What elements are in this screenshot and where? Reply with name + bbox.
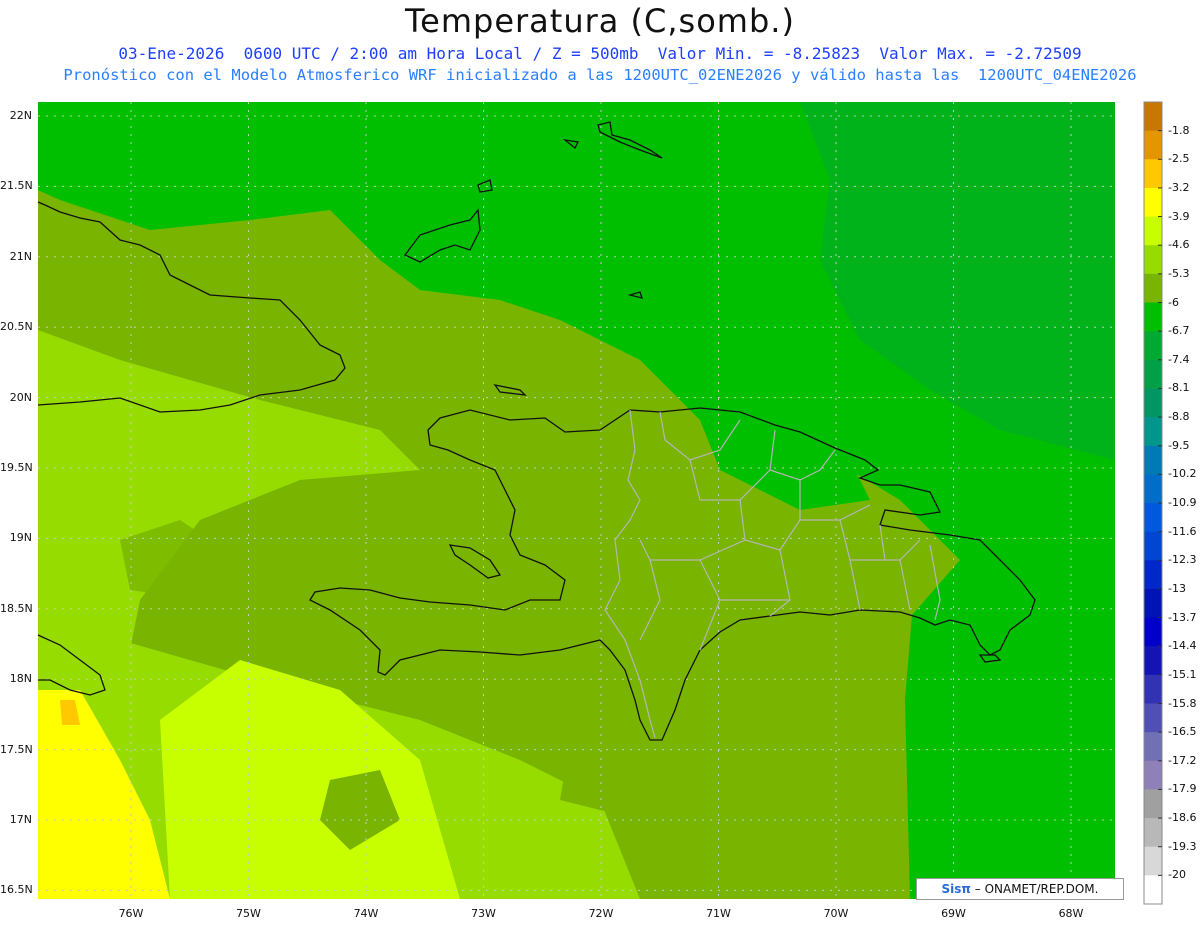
colorbar-swatch [1144, 417, 1162, 447]
colorbar-label: -17.2 [1168, 753, 1197, 767]
lat-label: 19.5N [0, 461, 33, 474]
colorbar-label: -20 [1168, 868, 1186, 882]
colorbar-label: -15.8 [1168, 696, 1197, 710]
lon-label: 70W [823, 907, 849, 920]
colorbar-swatch [1144, 789, 1162, 819]
colorbar-swatch [1144, 732, 1162, 762]
colorbar-swatch [1144, 531, 1162, 561]
lat-label: 17N [9, 813, 32, 826]
colorbar-label: -2.5 [1168, 152, 1190, 166]
colorbar-swatch [1144, 388, 1162, 418]
colorbar-swatch [1144, 560, 1162, 590]
colorbar-label: -17.9 [1168, 782, 1197, 796]
colorbar-label: -6 [1168, 295, 1179, 309]
lat-label: 21.5N [0, 179, 33, 193]
lat-label: 18.5N [0, 601, 33, 615]
colorbar-label: -11.6 [1168, 524, 1197, 538]
lat-label: 20N [9, 390, 32, 404]
colorbar-label: -5.3 [1168, 266, 1190, 280]
lat-label: 17.5N [0, 742, 33, 756]
colorbar-swatch [1144, 302, 1162, 332]
lon-label: 73W [471, 907, 496, 920]
lat-label: 20.5N [0, 320, 33, 334]
colorbar [1143, 101, 1163, 905]
colorbar-label: -9.5 [1168, 438, 1190, 452]
colorbar-label: -18.6 [1168, 811, 1197, 825]
lat-label: 21N [9, 249, 32, 263]
lon-label: 69W [941, 907, 966, 920]
credit-box: Sisπ – ONAMET/REP.DOM. [916, 878, 1124, 900]
colorbar-swatch [1144, 130, 1162, 160]
lon-label: 71W [706, 907, 731, 920]
lon-label: 76W [118, 907, 144, 920]
colorbar-swatch [1144, 159, 1162, 189]
colorbar-label: -6.7 [1168, 324, 1190, 338]
colorbar-label: -12.3 [1168, 553, 1197, 567]
colorbar-label: -3.2 [1168, 180, 1190, 194]
colorbar-swatch [1144, 617, 1162, 647]
colorbar-swatch [1144, 846, 1162, 876]
lon-label: 72W [588, 907, 614, 920]
colorbar-swatch [1144, 102, 1162, 132]
colorbar-label: -7.4 [1168, 352, 1190, 366]
colorbar-swatch [1144, 875, 1162, 905]
colorbar-swatch [1144, 588, 1162, 619]
colorbar-swatch [1144, 216, 1162, 246]
colorbar-label: -1.8 [1168, 123, 1190, 137]
colorbar-swatch [1144, 674, 1162, 704]
colorbar-swatch [1144, 187, 1162, 218]
lon-label: 75W [236, 907, 261, 920]
colorbar-swatch [1144, 245, 1162, 275]
lat-label: 18N [9, 672, 32, 686]
colorbar-swatch [1144, 760, 1162, 790]
colorbar-label: -8.8 [1168, 410, 1190, 424]
lat-label: 19N [9, 531, 32, 545]
colorbar-label: -10.2 [1168, 467, 1197, 481]
lat-label: 16.5N [0, 883, 33, 897]
colorbar-swatch [1144, 474, 1162, 504]
colorbar-label: -3.9 [1168, 209, 1190, 223]
colorbar-swatch [1144, 359, 1162, 389]
colorbar-swatch [1144, 331, 1162, 361]
colorbar-label: -15.1 [1168, 667, 1197, 681]
colorbar-label: -10.9 [1168, 496, 1197, 509]
colorbar-swatch [1144, 273, 1162, 303]
colorbar-swatch [1144, 818, 1162, 848]
credit-brand: Sisπ [941, 882, 971, 896]
lat-label: 22N [9, 109, 32, 122]
temperature-map [37, 101, 1163, 905]
colorbar-label: -19.3 [1168, 839, 1197, 853]
colorbar-label: -13 [1168, 581, 1186, 595]
colorbar-swatch [1144, 703, 1162, 733]
credit-text: – ONAMET/REP.DOM. [974, 882, 1099, 896]
colorbar-label: -8.1 [1168, 381, 1190, 395]
colorbar-swatch [1144, 646, 1162, 676]
colorbar-label: -4.6 [1168, 238, 1190, 252]
colorbar-swatch [1144, 445, 1162, 475]
colorbar-label: -16.5 [1168, 725, 1197, 739]
colorbar-label: -14.4 [1168, 639, 1197, 653]
lon-label: 68W [1058, 907, 1084, 920]
temperature-field [38, 102, 1115, 899]
colorbar-label: -13.7 [1168, 610, 1197, 624]
lon-label: 74W [353, 907, 379, 920]
colorbar-swatch [1144, 503, 1162, 533]
